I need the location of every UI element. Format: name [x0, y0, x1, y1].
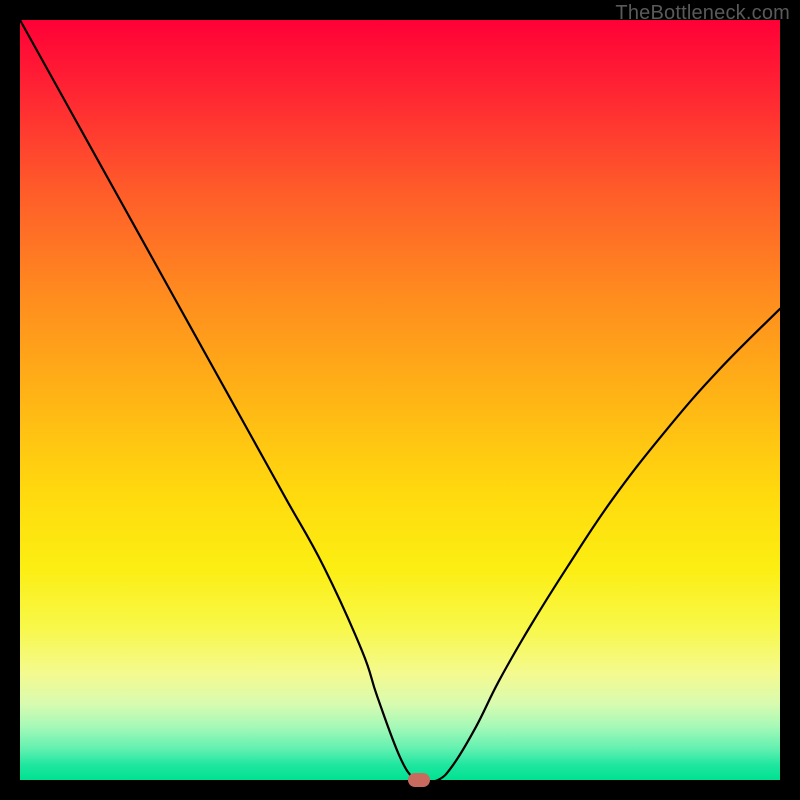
plot-area [20, 20, 780, 780]
optimal-point-marker [408, 773, 430, 787]
bottleneck-curve [20, 20, 780, 780]
chart-frame: TheBottleneck.com [0, 0, 800, 800]
